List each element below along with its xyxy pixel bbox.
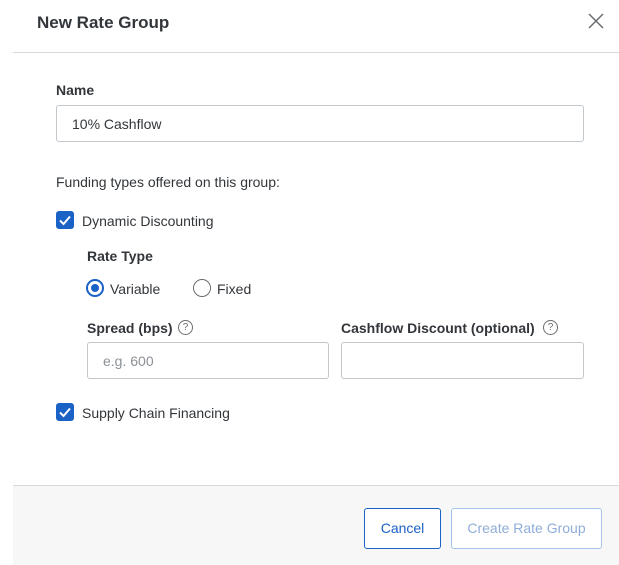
cashflow-discount-help-icon[interactable]: ? <box>543 320 558 335</box>
radio-variable[interactable] <box>86 279 104 297</box>
radio-variable-label: Variable <box>110 281 161 297</box>
close-icon <box>588 13 604 29</box>
dynamic-discounting-checkbox[interactable] <box>56 211 74 229</box>
name-label: Name <box>56 82 95 98</box>
cashflow-discount-label: Cashflow Discount (optional) <box>341 320 535 336</box>
spread-help-icon[interactable]: ? <box>178 320 193 335</box>
radio-fixed-label: Fixed <box>217 281 252 297</box>
dialog-header: New Rate Group <box>13 0 619 53</box>
cashflow-discount-input[interactable] <box>341 342 584 379</box>
dynamic-discounting-label: Dynamic Discounting <box>82 213 214 229</box>
supply-chain-financing-checkbox[interactable] <box>56 403 74 421</box>
create-rate-group-button[interactable]: Create Rate Group <box>451 508 602 549</box>
funding-types-label: Funding types offered on this group: <box>56 174 280 190</box>
checkmark-icon <box>59 407 71 418</box>
spread-label: Spread (bps) <box>87 320 173 336</box>
rate-type-label: Rate Type <box>87 248 153 264</box>
spread-input[interactable] <box>87 342 329 379</box>
dialog-footer: Cancel Create Rate Group <box>13 485 619 565</box>
dialog-title: New Rate Group <box>37 13 170 32</box>
new-rate-group-dialog: New Rate Group Name Funding types offere… <box>0 0 619 565</box>
name-input[interactable] <box>56 105 584 142</box>
supply-chain-financing-label: Supply Chain Financing <box>82 405 230 421</box>
close-button[interactable] <box>585 10 607 32</box>
cancel-button[interactable]: Cancel <box>364 508 441 549</box>
radio-fixed[interactable] <box>193 279 211 297</box>
checkmark-icon <box>59 215 71 226</box>
